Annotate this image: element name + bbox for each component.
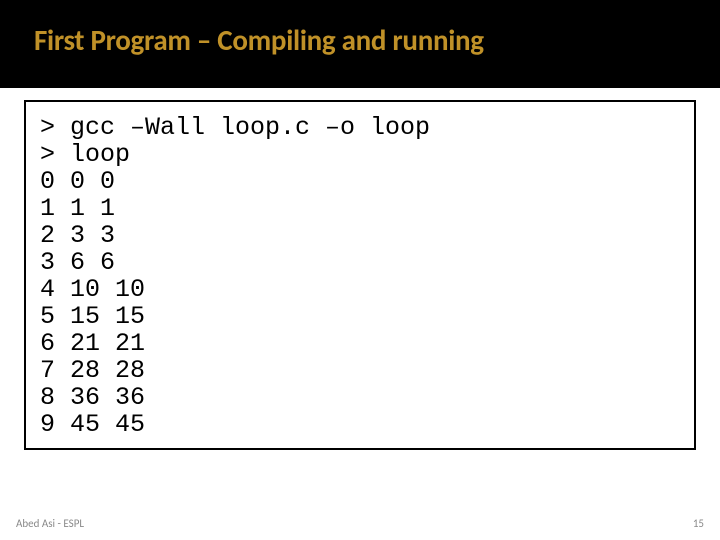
code-line-10: 8 36 36 [40,384,680,411]
code-box: > gcc –Wall loop.c –o loop > loop 0 0 0 … [24,100,696,450]
code-line-8: 6 21 21 [40,330,680,357]
code-line-5: 3 6 6 [40,249,680,276]
code-line-3: 1 1 1 [40,195,680,222]
slide-title: First Program – Compiling and running [34,22,484,58]
code-line-11: 9 45 45 [40,411,680,438]
code-line-6: 4 10 10 [40,276,680,303]
title-band: First Program – Compiling and running [0,0,720,88]
code-line-9: 7 28 28 [40,357,680,384]
code-line-1: > loop [40,141,680,168]
code-line-2: 0 0 0 [40,168,680,195]
code-line-4: 2 3 3 [40,222,680,249]
footer-author: Abed Asi - ESPL [16,517,84,530]
footer: Abed Asi - ESPL 15 [16,517,704,530]
code-line-7: 5 15 15 [40,303,680,330]
slide-number: 15 [693,517,704,530]
code-line-0: > gcc –Wall loop.c –o loop [40,114,680,141]
